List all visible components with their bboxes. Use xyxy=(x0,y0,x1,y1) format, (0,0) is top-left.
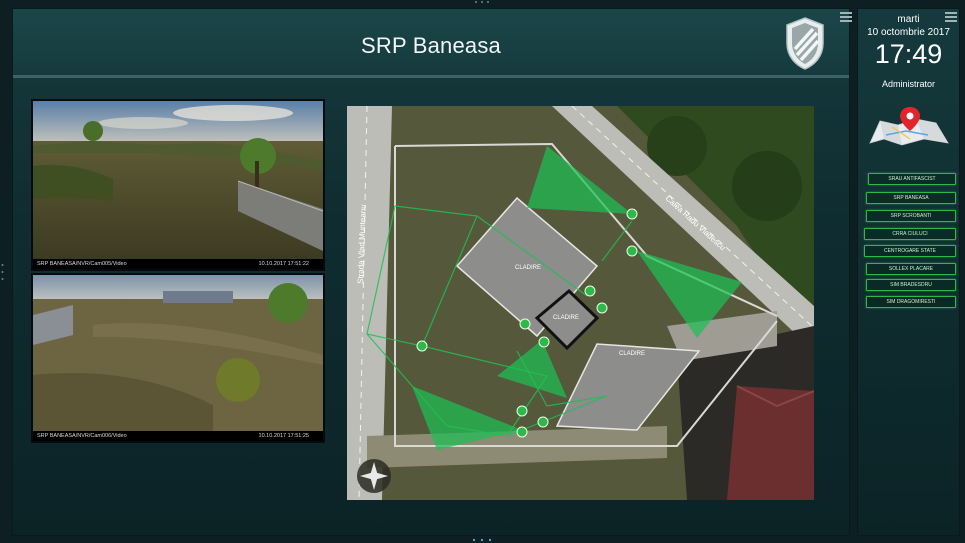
shield-logo-icon xyxy=(786,17,824,70)
clock: 17:49 xyxy=(874,39,943,69)
sidebar: marti 10 octombrie 2017 17:49 Administra… xyxy=(857,8,960,536)
camera-pin-6 xyxy=(538,336,550,348)
camera-image-1 xyxy=(33,101,323,259)
site-button-2[interactable]: SRP BANEASA xyxy=(866,192,956,204)
header-divider xyxy=(13,75,849,78)
site-button-3[interactable]: SRP SCROBANTI xyxy=(866,210,956,222)
camera-pin-1 xyxy=(626,208,638,220)
camera-pin-2 xyxy=(626,245,638,257)
site-button-6[interactable]: SOLLEX PLACARE xyxy=(866,263,956,275)
camera-pin-7 xyxy=(416,340,428,352)
camera-path-1: SRP BANEASA/NVR/Cam005/Video xyxy=(37,261,127,267)
compass-icon[interactable] xyxy=(357,459,391,493)
camera-timestamp-2: 10.10.2017 17:51:25 xyxy=(258,433,309,439)
bottom-handle-dots xyxy=(472,538,492,542)
main-menu-icon[interactable] xyxy=(840,12,852,22)
site-button-7[interactable]: SIM BRADESDRU xyxy=(866,279,956,291)
top-handle-dots xyxy=(475,1,489,3)
camera-pin-8 xyxy=(516,405,528,417)
camera-path-2: SRP BANEASA/NVR/Cam006/Video xyxy=(37,433,127,439)
side-handle-dots xyxy=(1,264,4,280)
building-label-3: CLADIRE xyxy=(619,351,645,357)
building-label-2: CLADIRE xyxy=(553,315,579,321)
camera-pin-3 xyxy=(584,285,596,297)
camera-pin-10 xyxy=(516,426,528,438)
camera-caption-1: SRP BANEASA/NVR/Cam005/Video 10.10.2017 … xyxy=(33,259,323,269)
main-header: SRP Baneasa xyxy=(13,9,852,78)
date-label: 10 octombrie 2017 xyxy=(867,27,950,38)
site-button-5[interactable]: CENTROGARE STATE xyxy=(864,245,956,257)
site-button-4[interactable]: CRRA CIULUCI xyxy=(864,228,956,240)
camera-caption-2: SRP BANEASA/NVR/Cam006/Video 10.10.2017 … xyxy=(33,431,323,441)
day-label: marti xyxy=(897,14,920,25)
map-pin-icon[interactable] xyxy=(866,105,952,147)
site-button-8[interactable]: SIM DRAGOMIRESTI xyxy=(866,296,956,308)
camera-pin-5 xyxy=(519,318,531,330)
page-title: SRP Baneasa xyxy=(360,33,501,58)
camera-feed-2[interactable]: SRP BANEASA/NVR/Cam006/Video 10.10.2017 … xyxy=(31,273,325,443)
site-map-image: CLADIRE CLADIRE CLADIRE Strada Vlad Munt… xyxy=(347,106,814,500)
building-label-1: CLADIRE xyxy=(515,265,541,271)
camera-pin-9 xyxy=(537,416,549,428)
site-map[interactable]: CLADIRE CLADIRE CLADIRE Strada Vlad Munt… xyxy=(347,106,814,500)
user-label: Administrator xyxy=(881,79,935,89)
camera-feed-1[interactable]: SRP BANEASA/NVR/Cam005/Video 10.10.2017 … xyxy=(31,99,325,271)
camera-timestamp-1: 10.10.2017 17:51:22 xyxy=(258,261,309,267)
site-button-1[interactable]: SRAU ANTIFASCIST xyxy=(868,173,956,185)
camera-image-2 xyxy=(33,275,323,431)
camera-pin-4 xyxy=(596,302,608,314)
